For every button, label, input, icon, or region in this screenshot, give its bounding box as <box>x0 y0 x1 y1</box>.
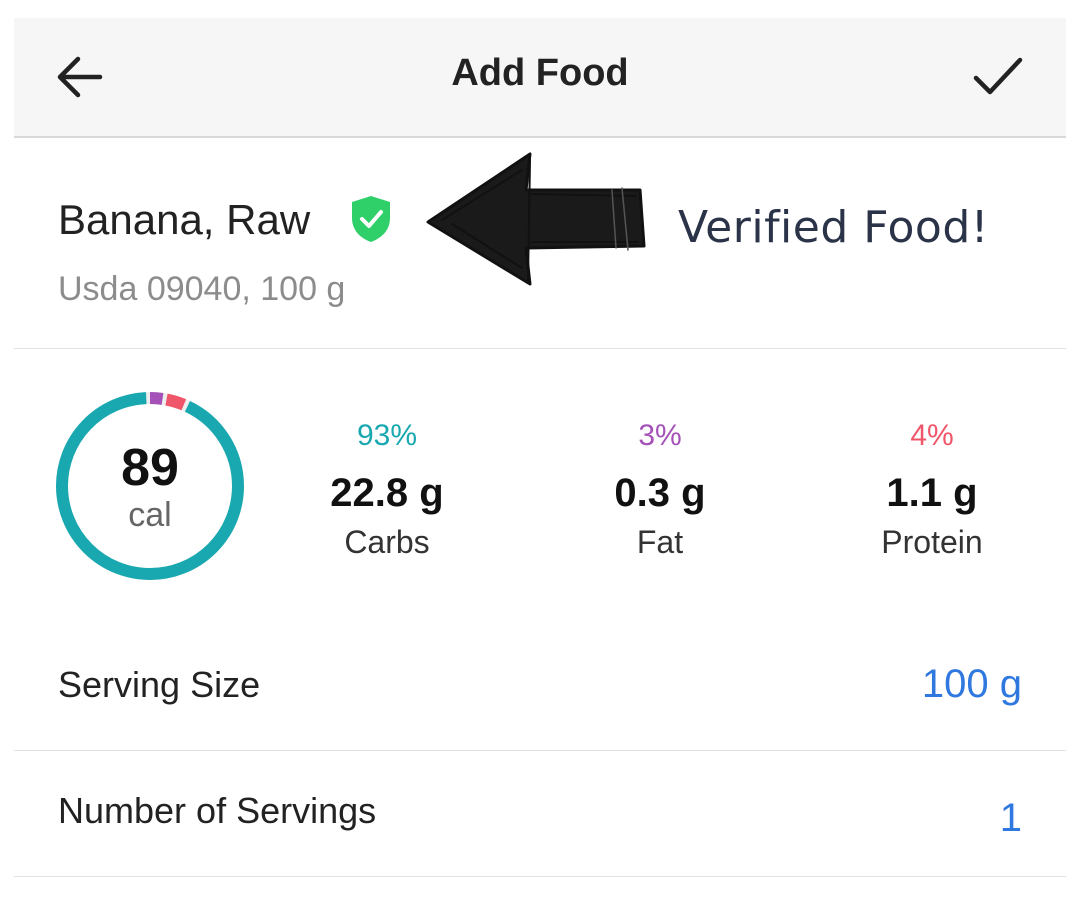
serving-size-row[interactable]: Serving Size 100 g <box>14 624 1066 751</box>
macro-protein: 4% 1.1 g Protein <box>832 416 1032 561</box>
macro-label: Carbs <box>344 524 430 560</box>
calorie-unit: cal <box>128 496 172 534</box>
nutrition-summary: 89 cal 93% 22.8 g Carbs 3% 0.3 g Fat 4% … <box>14 350 1066 610</box>
verified-shield-icon <box>348 194 394 244</box>
hand-drawn-arrow-icon <box>422 150 647 290</box>
food-name: Banana, Raw <box>58 196 311 243</box>
annotation-text: Verified Food! <box>678 202 989 253</box>
macro-percent: 93% <box>356 419 418 452</box>
macro-carbs: 93% 22.8 g Carbs <box>287 416 487 561</box>
macro-label: Protein <box>881 524 983 560</box>
number-of-servings-value[interactable]: 1 <box>1000 796 1022 841</box>
macro-percent: 3% <box>638 419 682 452</box>
food-source: Usda 09040, 100 g <box>58 270 346 308</box>
checkmark-icon <box>973 57 1023 95</box>
serving-size-label: Serving Size <box>58 664 261 705</box>
food-info: Banana, Raw Usda 09040, 100 g Verified F… <box>14 136 1066 349</box>
add-food-screen: Add Food Banana, Raw Usda 09040, 100 g V… <box>0 0 1080 900</box>
page-title: Add Food <box>451 52 629 94</box>
serving-size-value[interactable]: 100 g <box>922 662 1022 707</box>
number-of-servings-row[interactable]: Number of Servings 1 <box>14 750 1066 877</box>
macro-fat: 3% 0.3 g Fat <box>560 416 760 561</box>
confirm-button[interactable] <box>970 54 1026 100</box>
calorie-value: 89 <box>121 439 179 497</box>
macro-amount: 1.1 g <box>886 471 978 515</box>
macro-percent: 4% <box>910 419 954 452</box>
number-of-servings-label: Number of Servings <box>58 790 377 831</box>
macro-label: Fat <box>636 524 684 560</box>
macro-amount: 22.8 g <box>330 471 444 515</box>
macro-amount: 0.3 g <box>614 471 706 515</box>
top-bar: Add Food <box>14 18 1066 138</box>
